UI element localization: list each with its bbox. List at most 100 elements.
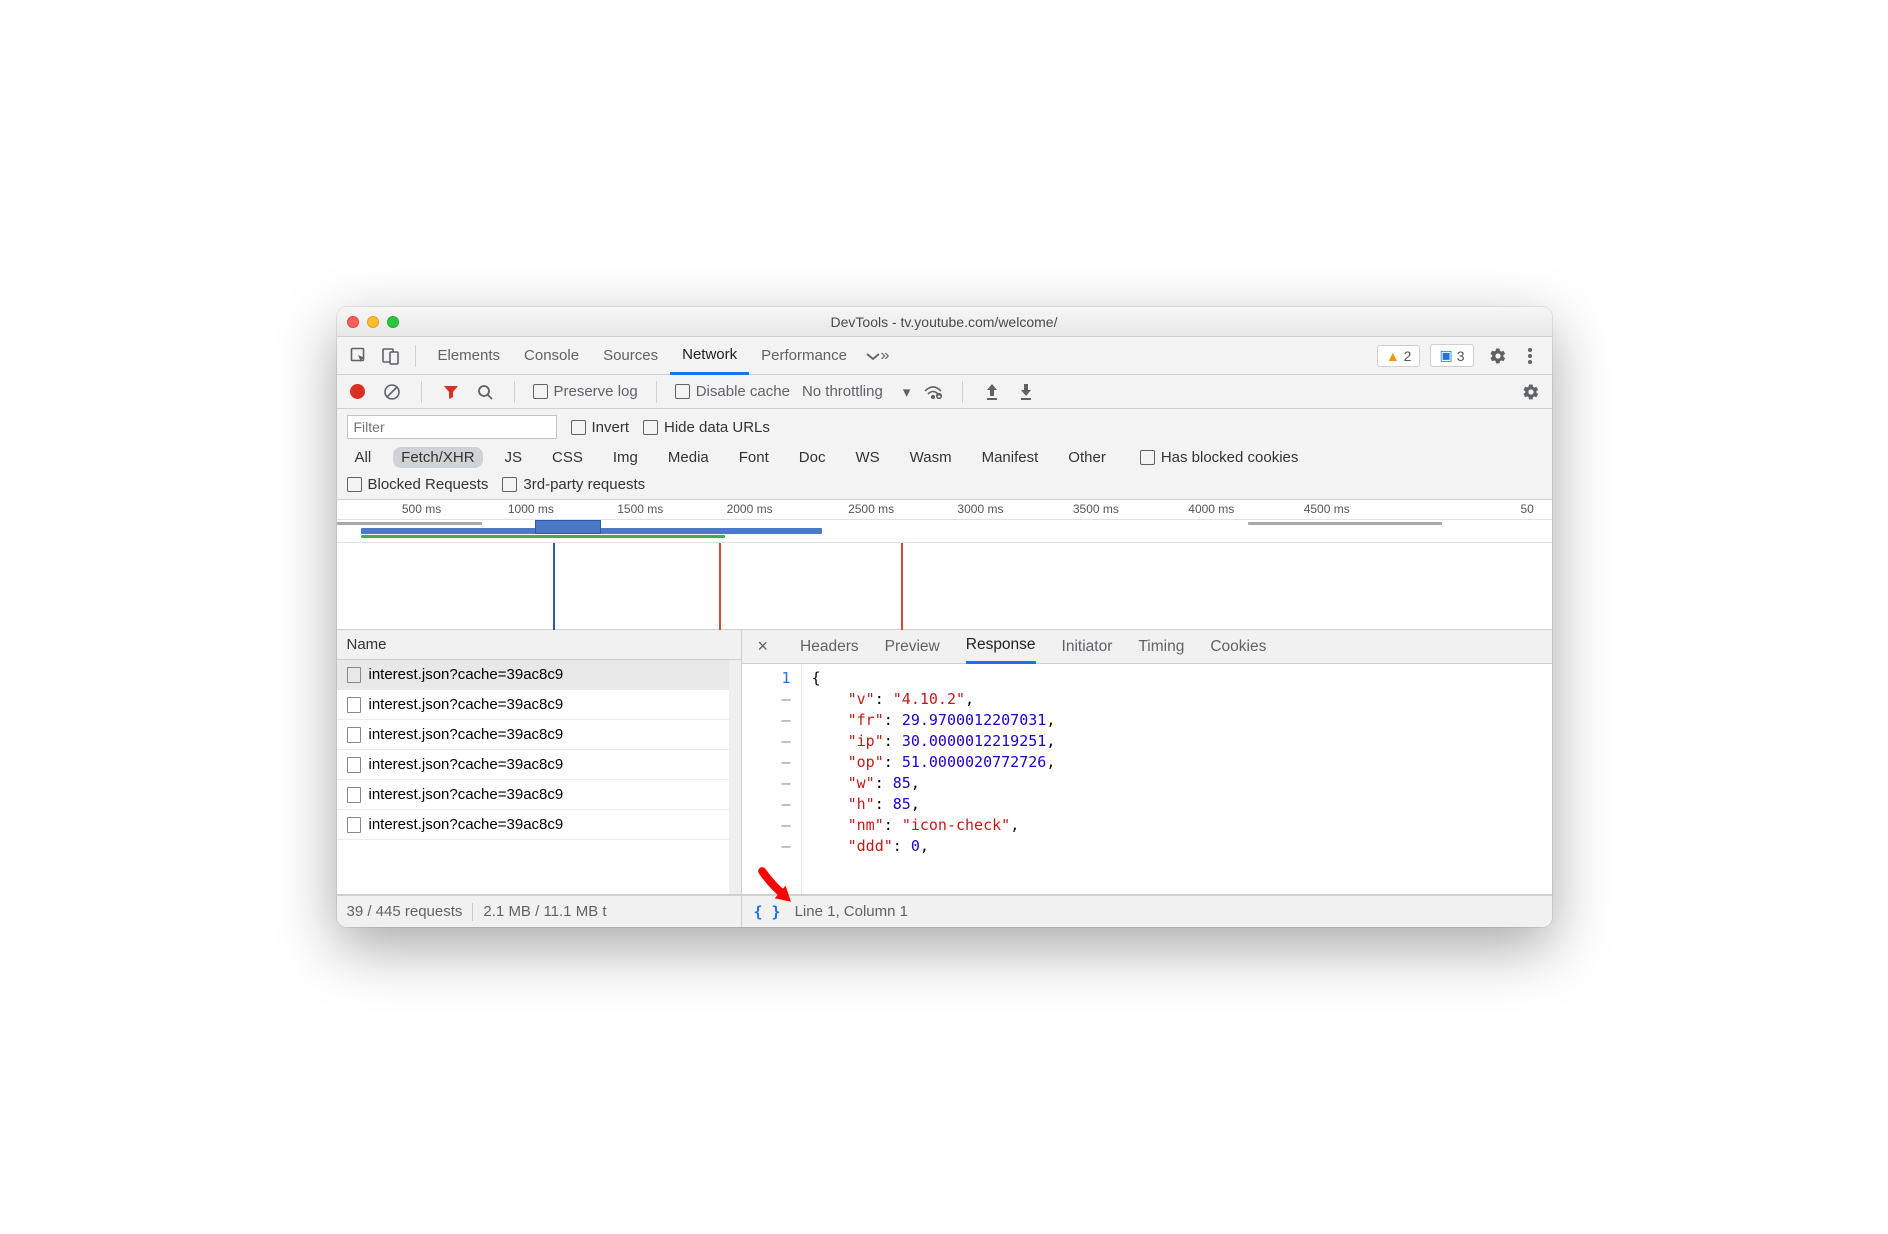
pretty-print-button[interactable]: { } (754, 903, 781, 921)
file-icon (347, 727, 361, 743)
network-settings-icon[interactable] (1520, 381, 1542, 403)
invert-checkbox[interactable]: Invert (571, 419, 630, 436)
filter-type-ws[interactable]: WS (847, 447, 887, 468)
scrollbar[interactable] (729, 660, 741, 894)
filter-toggle-icon[interactable] (440, 381, 462, 403)
detail-tab-headers[interactable]: Headers (800, 630, 859, 664)
column-header-name[interactable]: Name (337, 630, 741, 660)
detail-tab-initiator[interactable]: Initiator (1062, 630, 1113, 664)
timeline-tick: 2500 ms (848, 502, 894, 516)
status-bar: 39 / 445 requests 2.1 MB / 11.1 MB t { }… (337, 895, 1552, 927)
messages-badge[interactable]: ▣ 3 (1430, 344, 1473, 367)
request-name: interest.json?cache=39ac8c9 (369, 816, 564, 833)
window-title: DevTools - tv.youtube.com/welcome/ (337, 314, 1552, 330)
transfer-size: 2.1 MB / 11.1 MB t (483, 903, 606, 920)
timeline-tick: 3000 ms (957, 502, 1003, 516)
detail-tab-response[interactable]: Response (966, 630, 1036, 664)
titlebar: DevTools - tv.youtube.com/welcome/ (337, 307, 1552, 337)
timeline-selection[interactable] (535, 520, 602, 534)
inspect-icon[interactable] (345, 342, 373, 370)
tab-console[interactable]: Console (512, 337, 591, 375)
request-row[interactable]: interest.json?cache=39ac8c9 (337, 720, 729, 750)
devtools-window: DevTools - tv.youtube.com/welcome/ Eleme… (337, 307, 1552, 927)
clear-button[interactable] (381, 381, 403, 403)
request-name: interest.json?cache=39ac8c9 (369, 666, 564, 683)
timeline-bars (337, 520, 1552, 542)
timeline-tick: 4000 ms (1188, 502, 1234, 516)
filter-type-manifest[interactable]: Manifest (974, 447, 1047, 468)
filter-type-media[interactable]: Media (660, 447, 717, 468)
request-name: interest.json?cache=39ac8c9 (369, 726, 564, 743)
tab-performance[interactable]: Performance (749, 337, 859, 375)
timeline-tick: 1000 ms (508, 502, 554, 516)
detail-tab-cookies[interactable]: Cookies (1210, 630, 1266, 664)
warnings-badge[interactable]: ▲ 2 (1377, 345, 1421, 367)
tab-network[interactable]: Network (670, 337, 749, 375)
timeline-tick: 3500 ms (1073, 502, 1119, 516)
filter-type-js[interactable]: JS (497, 447, 531, 468)
main-tabbar: ElementsConsoleSourcesNetworkPerformance… (337, 337, 1552, 375)
file-icon (347, 697, 361, 713)
network-toolbar: Preserve log Disable cache No throttling… (337, 375, 1552, 409)
tab-elements[interactable]: Elements (426, 337, 513, 375)
download-icon[interactable] (1015, 381, 1037, 403)
cursor-position: Line 1, Column 1 (795, 903, 908, 920)
warning-icon: ▲ (1386, 348, 1400, 364)
preserve-log-checkbox[interactable]: Preserve log (533, 383, 638, 400)
timeline-tick: 4500 ms (1304, 502, 1350, 516)
request-list: interest.json?cache=39ac8c9 interest.json… (337, 660, 729, 894)
filter-bar: Invert Hide data URLs All Fetch/XHR JS CSS I… (337, 409, 1552, 500)
timeline-tick: 2000 ms (727, 502, 773, 516)
filter-input[interactable] (347, 415, 557, 439)
more-tabs-icon[interactable]: » (863, 342, 891, 370)
timeline-tick: 500 ms (402, 502, 441, 516)
record-button[interactable] (347, 381, 369, 403)
request-count: 39 / 445 requests (347, 903, 463, 920)
detail-tabs: × Headers Preview Response Initiator Timing C… (742, 630, 1552, 664)
file-icon (347, 667, 361, 683)
file-icon (347, 817, 361, 833)
throttling-select[interactable]: No throttling ▾ (802, 383, 910, 401)
tab-sources[interactable]: Sources (591, 337, 670, 375)
search-icon[interactable] (474, 381, 496, 403)
upload-icon[interactable] (981, 381, 1003, 403)
settings-icon[interactable] (1484, 342, 1512, 370)
detail-tab-timing[interactable]: Timing (1138, 630, 1184, 664)
detail-tab-preview[interactable]: Preview (885, 630, 940, 664)
detail-pane: × Headers Preview Response Initiator Timing C… (742, 630, 1552, 894)
timeline-tick: 1500 ms (617, 502, 663, 516)
network-conditions-icon[interactable] (922, 381, 944, 403)
file-icon (347, 787, 361, 803)
third-party-checkbox[interactable]: 3rd-party requests (502, 476, 645, 493)
disable-cache-checkbox[interactable]: Disable cache (675, 383, 790, 400)
request-name: interest.json?cache=39ac8c9 (369, 696, 564, 713)
chevron-down-icon: ▾ (903, 383, 911, 401)
device-toggle-icon[interactable] (377, 342, 405, 370)
filter-type-all[interactable]: All (347, 447, 380, 468)
filter-type-other[interactable]: Other (1060, 447, 1114, 468)
kebab-menu-icon[interactable] (1516, 342, 1544, 370)
filter-type-font[interactable]: Font (731, 447, 777, 468)
request-row[interactable]: interest.json?cache=39ac8c9 (337, 810, 729, 840)
filter-type-fetchxhr[interactable]: Fetch/XHR (393, 447, 482, 468)
timeline-tick: 50 (1521, 502, 1534, 516)
request-row[interactable]: interest.json?cache=39ac8c9 (337, 690, 729, 720)
request-row[interactable]: interest.json?cache=39ac8c9 (337, 660, 729, 690)
filter-type-doc[interactable]: Doc (791, 447, 834, 468)
close-detail-icon[interactable]: × (758, 636, 769, 657)
message-icon: ▣ (1439, 347, 1452, 364)
request-name: interest.json?cache=39ac8c9 (369, 756, 564, 773)
request-row[interactable]: interest.json?cache=39ac8c9 (337, 780, 729, 810)
hide-data-urls-checkbox[interactable]: Hide data URLs (643, 419, 770, 436)
split-view: Name interest.json?cache=39ac8c9interest… (337, 630, 1552, 895)
request-row[interactable]: interest.json?cache=39ac8c9 (337, 750, 729, 780)
filter-type-wasm[interactable]: Wasm (902, 447, 960, 468)
blocked-requests-checkbox[interactable]: Blocked Requests (347, 476, 489, 493)
filter-type-img[interactable]: Img (605, 447, 646, 468)
filter-type-css[interactable]: CSS (544, 447, 591, 468)
file-icon (347, 757, 361, 773)
request-list-pane: Name interest.json?cache=39ac8c9interest… (337, 630, 742, 894)
timeline-overview[interactable]: 500 ms 1000 ms 1500 ms 2000 ms 2500 ms 3000 m… (337, 500, 1552, 630)
has-blocked-cookies-checkbox[interactable]: Has blocked cookies (1140, 449, 1299, 466)
response-body[interactable]: 1–––––––– { "v": "4.10.2", "fr": 29.9700… (742, 664, 1552, 894)
